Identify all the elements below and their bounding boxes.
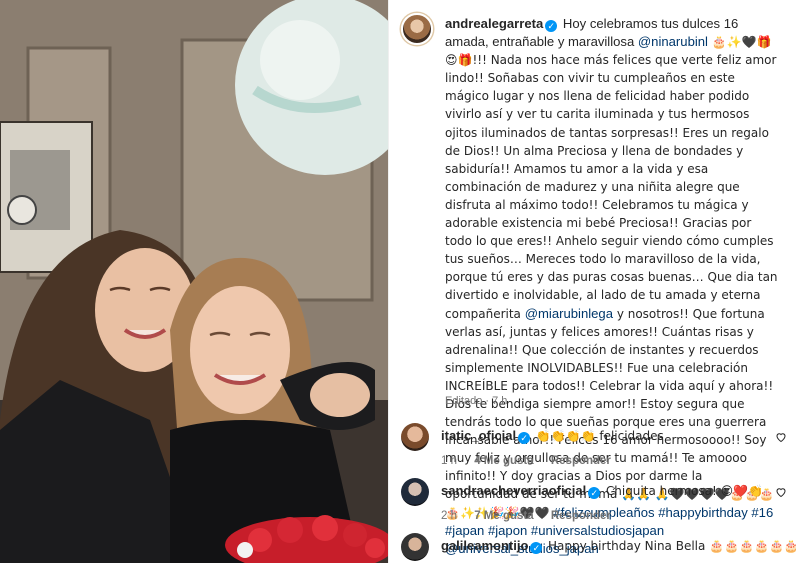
verified-badge-icon: ✓ <box>530 542 543 554</box>
mention-miarubinlega[interactable]: @miarubinlega <box>525 306 613 321</box>
reply-button[interactable]: Responder <box>551 455 611 467</box>
comment-likes[interactable]: 4 Me gusta <box>474 455 533 467</box>
edited-timestamp: Editado · 7 h <box>445 395 508 407</box>
comment-meta: 2 h 7 Me gusta Responder <box>441 510 625 522</box>
verified-badge-icon: ✓ <box>545 20 558 32</box>
commenter-avatar[interactable] <box>401 533 429 561</box>
commenter-username[interactable]: itatic_oficial <box>441 428 516 443</box>
verified-badge-icon: ✓ <box>588 487 601 499</box>
reply-button[interactable]: Responder <box>551 510 611 522</box>
post-photo[interactable] <box>0 0 388 563</box>
verified-badge-icon: ✓ <box>518 432 531 444</box>
heart-icon[interactable] <box>775 431 787 443</box>
comment-likes[interactable]: 7 Me gusta <box>474 510 533 522</box>
comment-time: 2 h <box>441 510 457 522</box>
photo-illustration <box>0 0 388 563</box>
comment-text: Happy birthday Nina Bella 🎂🎂🎂🎂🎂🎂🎂 <box>548 539 800 553</box>
comment-text: Chiquita hermosa! 😍❤️👏 <box>605 484 763 498</box>
comments-panel: andrealegarreta ✓ Hoy celebramos tus dulc… <box>388 0 800 563</box>
comment-body: sandraecheverriaoficial ✓ Chiquita hermos… <box>441 483 763 499</box>
heart-icon[interactable] <box>775 486 787 498</box>
comment-body: galileamontijo ✓ Happy birthday Nina Bell… <box>441 538 800 554</box>
commenter-avatar[interactable] <box>401 478 429 506</box>
comment-body: itatic_oficial ✓ 👏👏👏👏 felicidades <box>441 428 664 444</box>
post-caption: andrealegarreta ✓ Hoy celebramos tus dulc… <box>445 15 779 558</box>
comment-text: 👏👏👏👏 felicidades <box>535 429 664 443</box>
author-username[interactable]: andrealegarreta <box>445 16 543 31</box>
comment-time: 1 h <box>441 455 457 467</box>
mention-ninarubinl[interactable]: @ninarubinl <box>638 34 708 49</box>
caption-text-2: 🎂✨🖤🎁😍🎁!!! Nada nos hace más felices que … <box>445 35 778 321</box>
comment-meta: 1 h 4 Me gusta Responder <box>441 455 625 467</box>
commenter-username[interactable]: galileamontijo <box>441 538 528 553</box>
author-avatar[interactable] <box>401 13 433 45</box>
commenter-username[interactable]: sandraecheverriaoficial <box>441 483 586 498</box>
commenter-avatar[interactable] <box>401 423 429 451</box>
